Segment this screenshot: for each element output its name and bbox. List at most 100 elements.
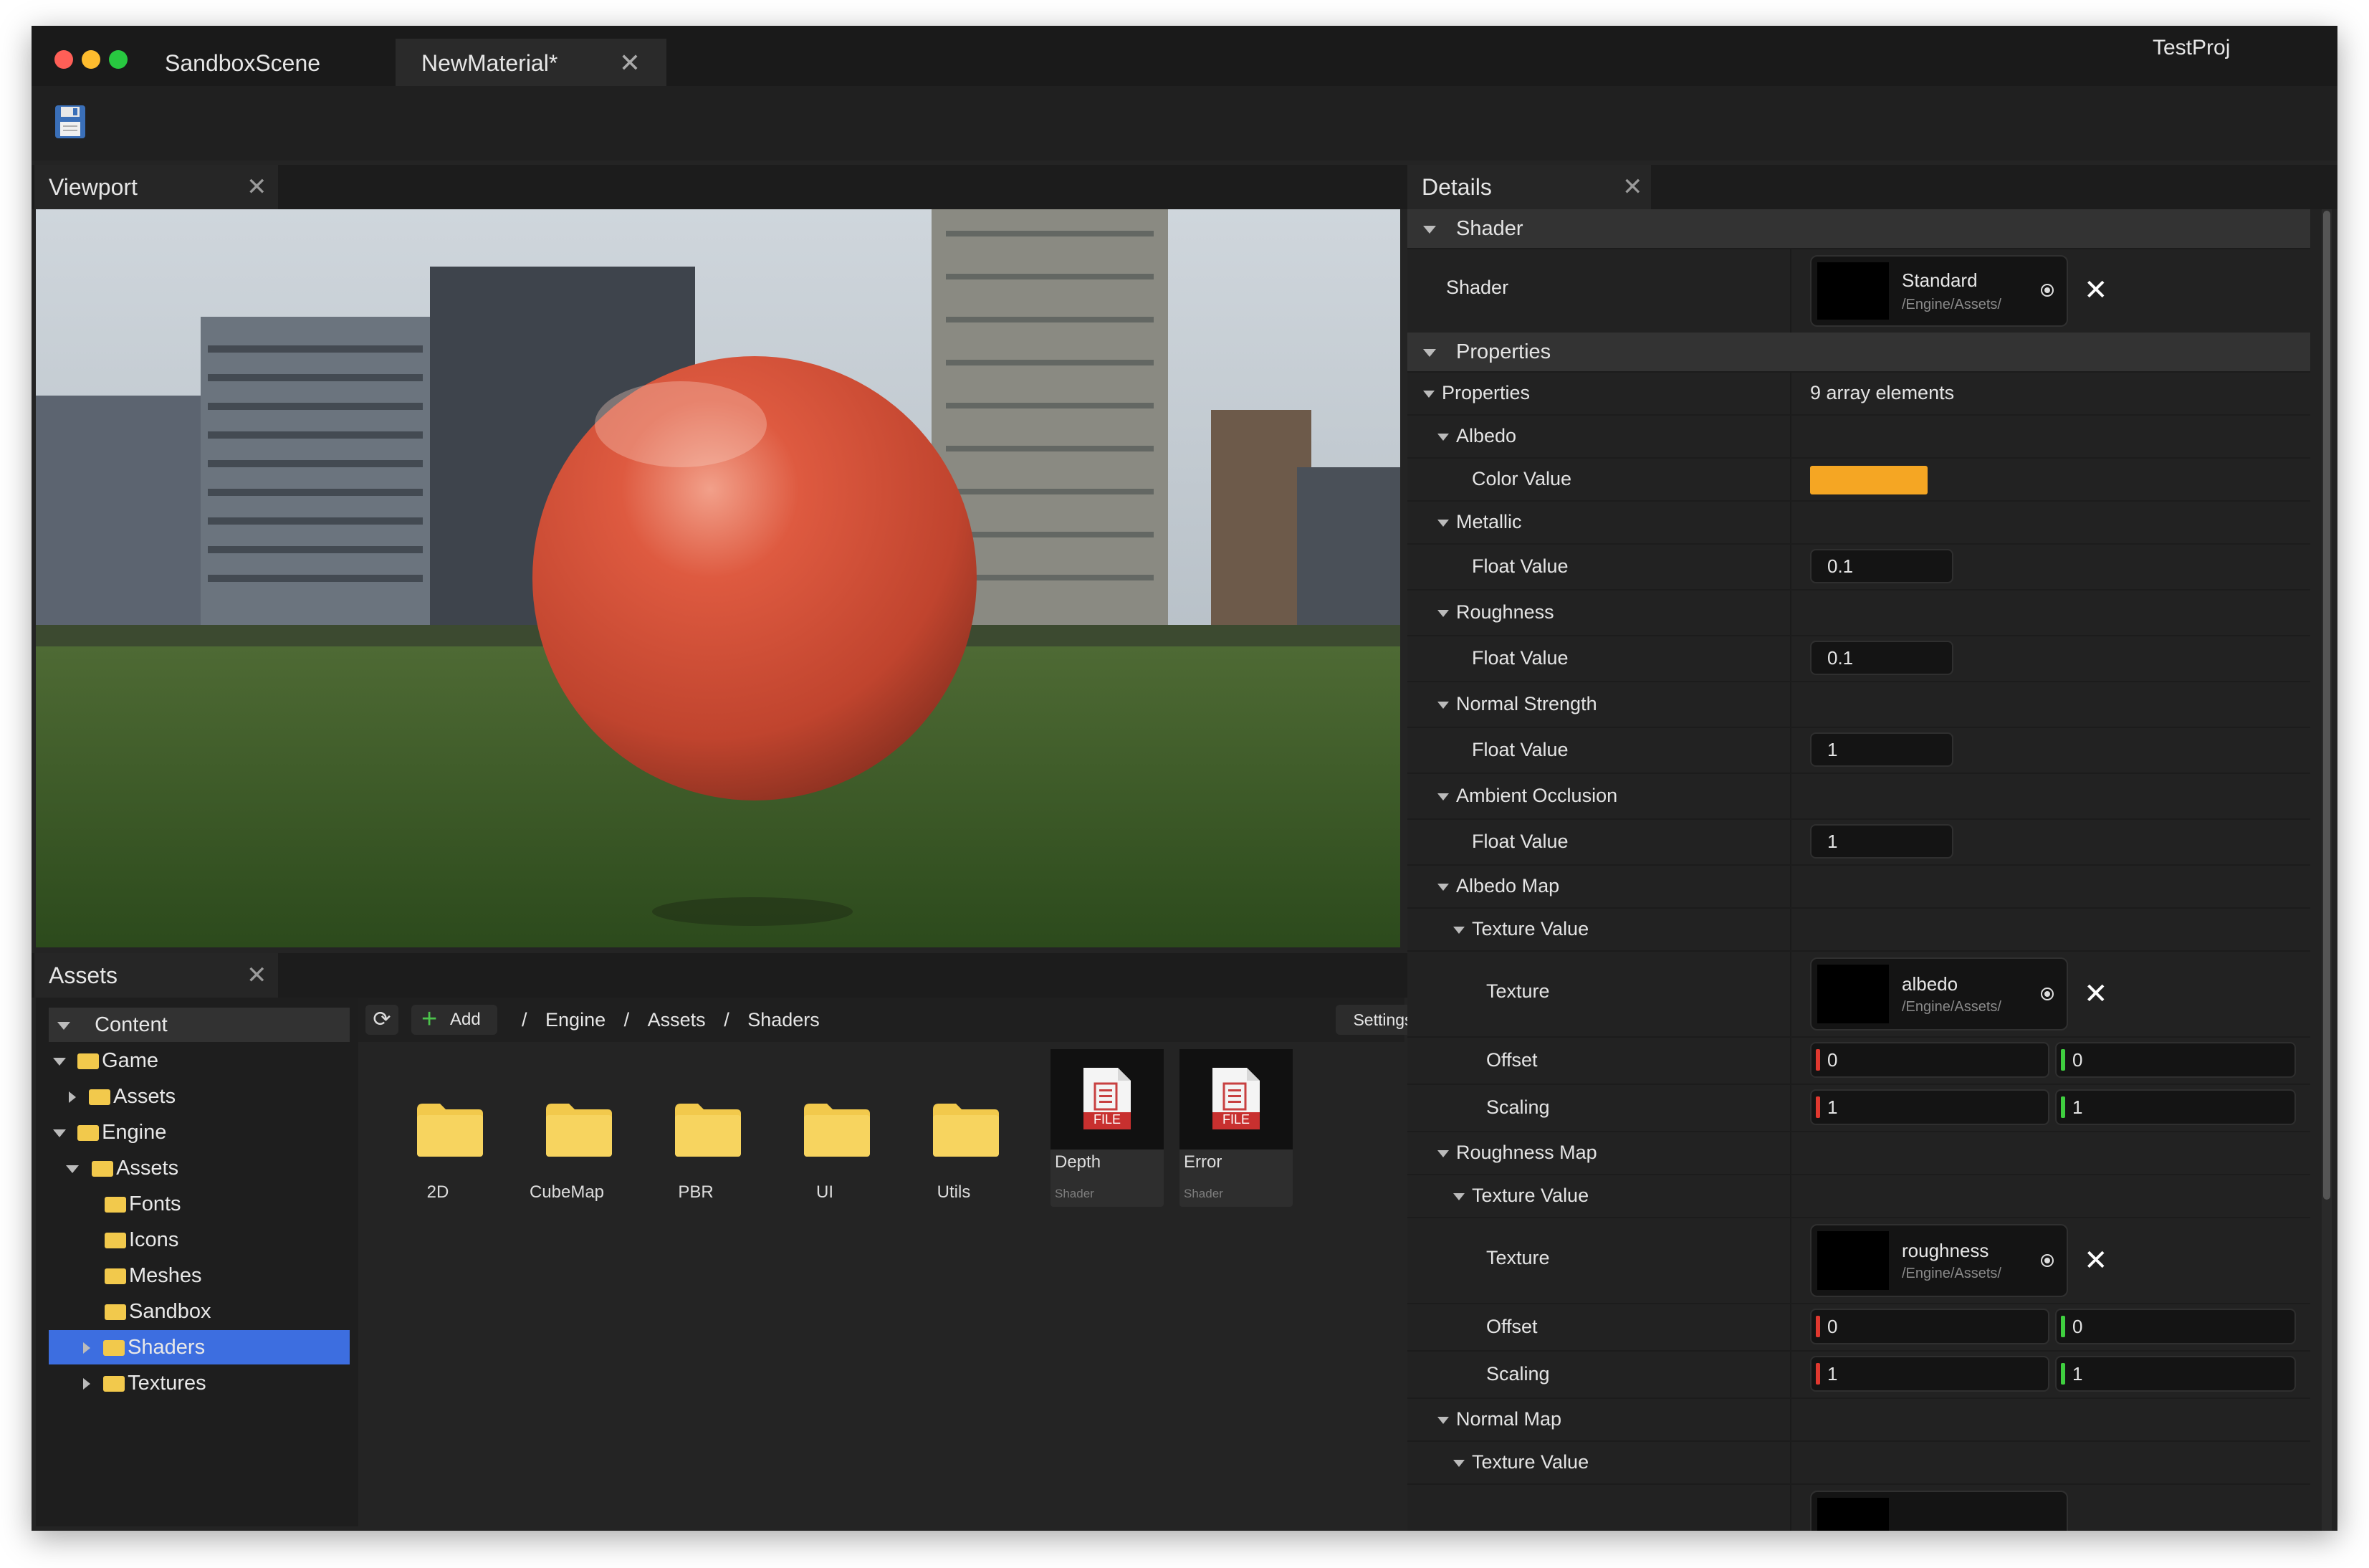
collapse-icon	[1437, 519, 1449, 527]
tree-label: Content	[95, 1013, 168, 1036]
close-viewport-icon[interactable]: ✕	[247, 165, 267, 209]
collapse-icon	[1437, 433, 1449, 441]
folder-icon	[92, 1161, 114, 1177]
tree-item-sandbox[interactable]: Sandbox	[49, 1294, 350, 1329]
asset-folder-utils[interactable]: Utils	[897, 1082, 1010, 1240]
tree-label: Assets	[116, 1157, 179, 1180]
row-roughness[interactable]: Roughness	[1407, 589, 2310, 636]
breadcrumb-engine[interactable]: Engine	[545, 1009, 606, 1031]
array-count: 9 array elements	[1810, 382, 1955, 403]
asset-folder-cubemap[interactable]: CubeMap	[510, 1082, 623, 1240]
roughness-float-input[interactable]: 0.1	[1810, 641, 1953, 675]
value-text: 1	[1827, 1096, 1838, 1118]
roughness-texture-field[interactable]: roughness /Engine/Assets/	[1810, 1224, 2068, 1297]
section-shader[interactable]: Shader	[1407, 209, 2310, 249]
tree-item-fonts[interactable]: Fonts	[49, 1187, 350, 1221]
minimize-window-button[interactable]	[82, 50, 100, 69]
asset-name: roughness	[1902, 1240, 1989, 1261]
tab-details[interactable]: Details	[1407, 165, 1651, 209]
breadcrumb-shaders[interactable]: Shaders	[747, 1009, 820, 1031]
tree-item-shaders[interactable]: Shaders	[49, 1330, 350, 1364]
breadcrumb-separator: /	[724, 1009, 729, 1031]
scaling-x-input[interactable]: 1	[1810, 1089, 2049, 1125]
scaling-x-input[interactable]: 1	[1810, 1356, 2049, 1392]
target-icon[interactable]	[2041, 988, 2054, 1000]
close-window-button[interactable]	[54, 50, 73, 69]
tree-item-content[interactable]: Content	[49, 1008, 350, 1042]
maximize-window-button[interactable]	[109, 50, 128, 69]
row-albedo-scaling: Scaling 1 1	[1407, 1084, 2310, 1132]
field-label: Float Value	[1472, 647, 1569, 669]
x-axis-marker	[1816, 1316, 1820, 1337]
row-normal-texture-value[interactable]: Texture Value	[1407, 1440, 2310, 1485]
row-albedo[interactable]: Albedo	[1407, 414, 2310, 459]
refresh-icon[interactable]: ⟳	[365, 1005, 398, 1035]
folder-icon	[546, 1104, 612, 1157]
row-roughness-map[interactable]: Roughness Map	[1407, 1131, 2310, 1175]
details-panel: Shader Shader Standard /Engine/Assets/ ✕…	[1407, 209, 2337, 1531]
clear-icon[interactable]: ✕	[2084, 1244, 2108, 1277]
details-scrollbar[interactable]	[2322, 209, 2332, 1531]
add-button[interactable]: + Add	[411, 1005, 497, 1035]
asset-folder-2d[interactable]: 2D	[381, 1082, 494, 1240]
normal-texture-field[interactable]	[1810, 1491, 2068, 1531]
tree-item-textures[interactable]: Textures	[49, 1366, 350, 1400]
tree-item-engine[interactable]: Engine	[49, 1115, 350, 1149]
asset-label: Depth	[1055, 1152, 1101, 1172]
close-assets-icon[interactable]: ✕	[247, 953, 267, 998]
offset-x-input[interactable]: 0	[1810, 1042, 2049, 1078]
offset-y-input[interactable]: 0	[2055, 1042, 2296, 1078]
row-albedo-texture-value[interactable]: Texture Value	[1407, 907, 2310, 952]
ambient-occlusion-input[interactable]: 1	[1810, 824, 1953, 859]
close-details-icon[interactable]: ✕	[1622, 165, 1643, 209]
row-ambient-occlusion[interactable]: Ambient Occlusion	[1407, 773, 2310, 820]
asset-file-depth[interactable]: FILE Depth Shader	[1051, 1049, 1164, 1207]
normal-strength-input[interactable]: 1	[1810, 732, 1953, 767]
toolbar	[32, 86, 2337, 161]
field-label: Offset	[1486, 1049, 1538, 1071]
row-roughness-texture-value[interactable]: Texture Value	[1407, 1174, 2310, 1218]
metallic-float-input[interactable]: 0.1	[1810, 549, 1953, 583]
target-icon[interactable]	[2041, 1254, 2054, 1267]
row-metallic[interactable]: Metallic	[1407, 500, 2310, 545]
asset-folder-ui[interactable]: UI	[768, 1082, 881, 1240]
collapse-icon	[66, 1165, 79, 1173]
tree-item-icons[interactable]: Icons	[49, 1223, 350, 1257]
tree-label: Meshes	[129, 1264, 202, 1287]
row-albedo-map[interactable]: Albedo Map	[1407, 864, 2310, 909]
save-icon[interactable]	[54, 105, 86, 139]
color-swatch[interactable]	[1810, 466, 1928, 494]
breadcrumb-assets[interactable]: Assets	[648, 1009, 706, 1031]
row-normal-strength[interactable]: Normal Strength	[1407, 681, 2310, 728]
asset-type: Shader	[1055, 1187, 1094, 1200]
row-normal-map[interactable]: Normal Map	[1407, 1397, 2310, 1442]
asset-folder-pbr[interactable]: PBR	[639, 1082, 752, 1240]
field-label: Properties	[1442, 382, 1531, 403]
shader-asset-field[interactable]: Standard /Engine/Assets/	[1810, 255, 2068, 327]
folder-icon	[105, 1197, 126, 1213]
clear-icon[interactable]: ✕	[2084, 274, 2108, 307]
tree-item-game-assets[interactable]: Assets	[49, 1079, 350, 1114]
tab-assets[interactable]: Assets	[34, 953, 278, 998]
viewport-canvas[interactable]	[36, 209, 1400, 947]
scaling-y-input[interactable]: 1	[2055, 1356, 2296, 1392]
tree-item-engine-assets[interactable]: Assets	[49, 1151, 350, 1185]
tab-viewport[interactable]: Viewport	[34, 165, 278, 209]
tab-new-material[interactable]: NewMaterial* ✕	[396, 39, 666, 86]
offset-x-input[interactable]: 0	[1810, 1309, 2049, 1344]
close-tab-icon[interactable]: ✕	[619, 39, 641, 87]
field-label: Texture	[1486, 1247, 1550, 1268]
tab-sandbox-scene[interactable]: SandboxScene	[139, 39, 375, 86]
scrollbar-thumb[interactable]	[2323, 211, 2330, 1200]
tree-item-meshes[interactable]: Meshes	[49, 1258, 350, 1293]
section-properties[interactable]: Properties	[1407, 333, 2310, 373]
offset-y-input[interactable]: 0	[2055, 1309, 2296, 1344]
scaling-y-input[interactable]: 1	[2055, 1089, 2296, 1125]
collapse-icon	[1453, 1459, 1465, 1467]
target-icon[interactable]	[2041, 284, 2054, 297]
tree-item-game[interactable]: Game	[49, 1043, 350, 1078]
clear-icon[interactable]: ✕	[2084, 977, 2108, 1010]
y-axis-marker	[2061, 1316, 2065, 1337]
asset-file-error[interactable]: FILE Error Shader	[1179, 1049, 1293, 1207]
albedo-texture-field[interactable]: albedo /Engine/Assets/	[1810, 957, 2068, 1031]
